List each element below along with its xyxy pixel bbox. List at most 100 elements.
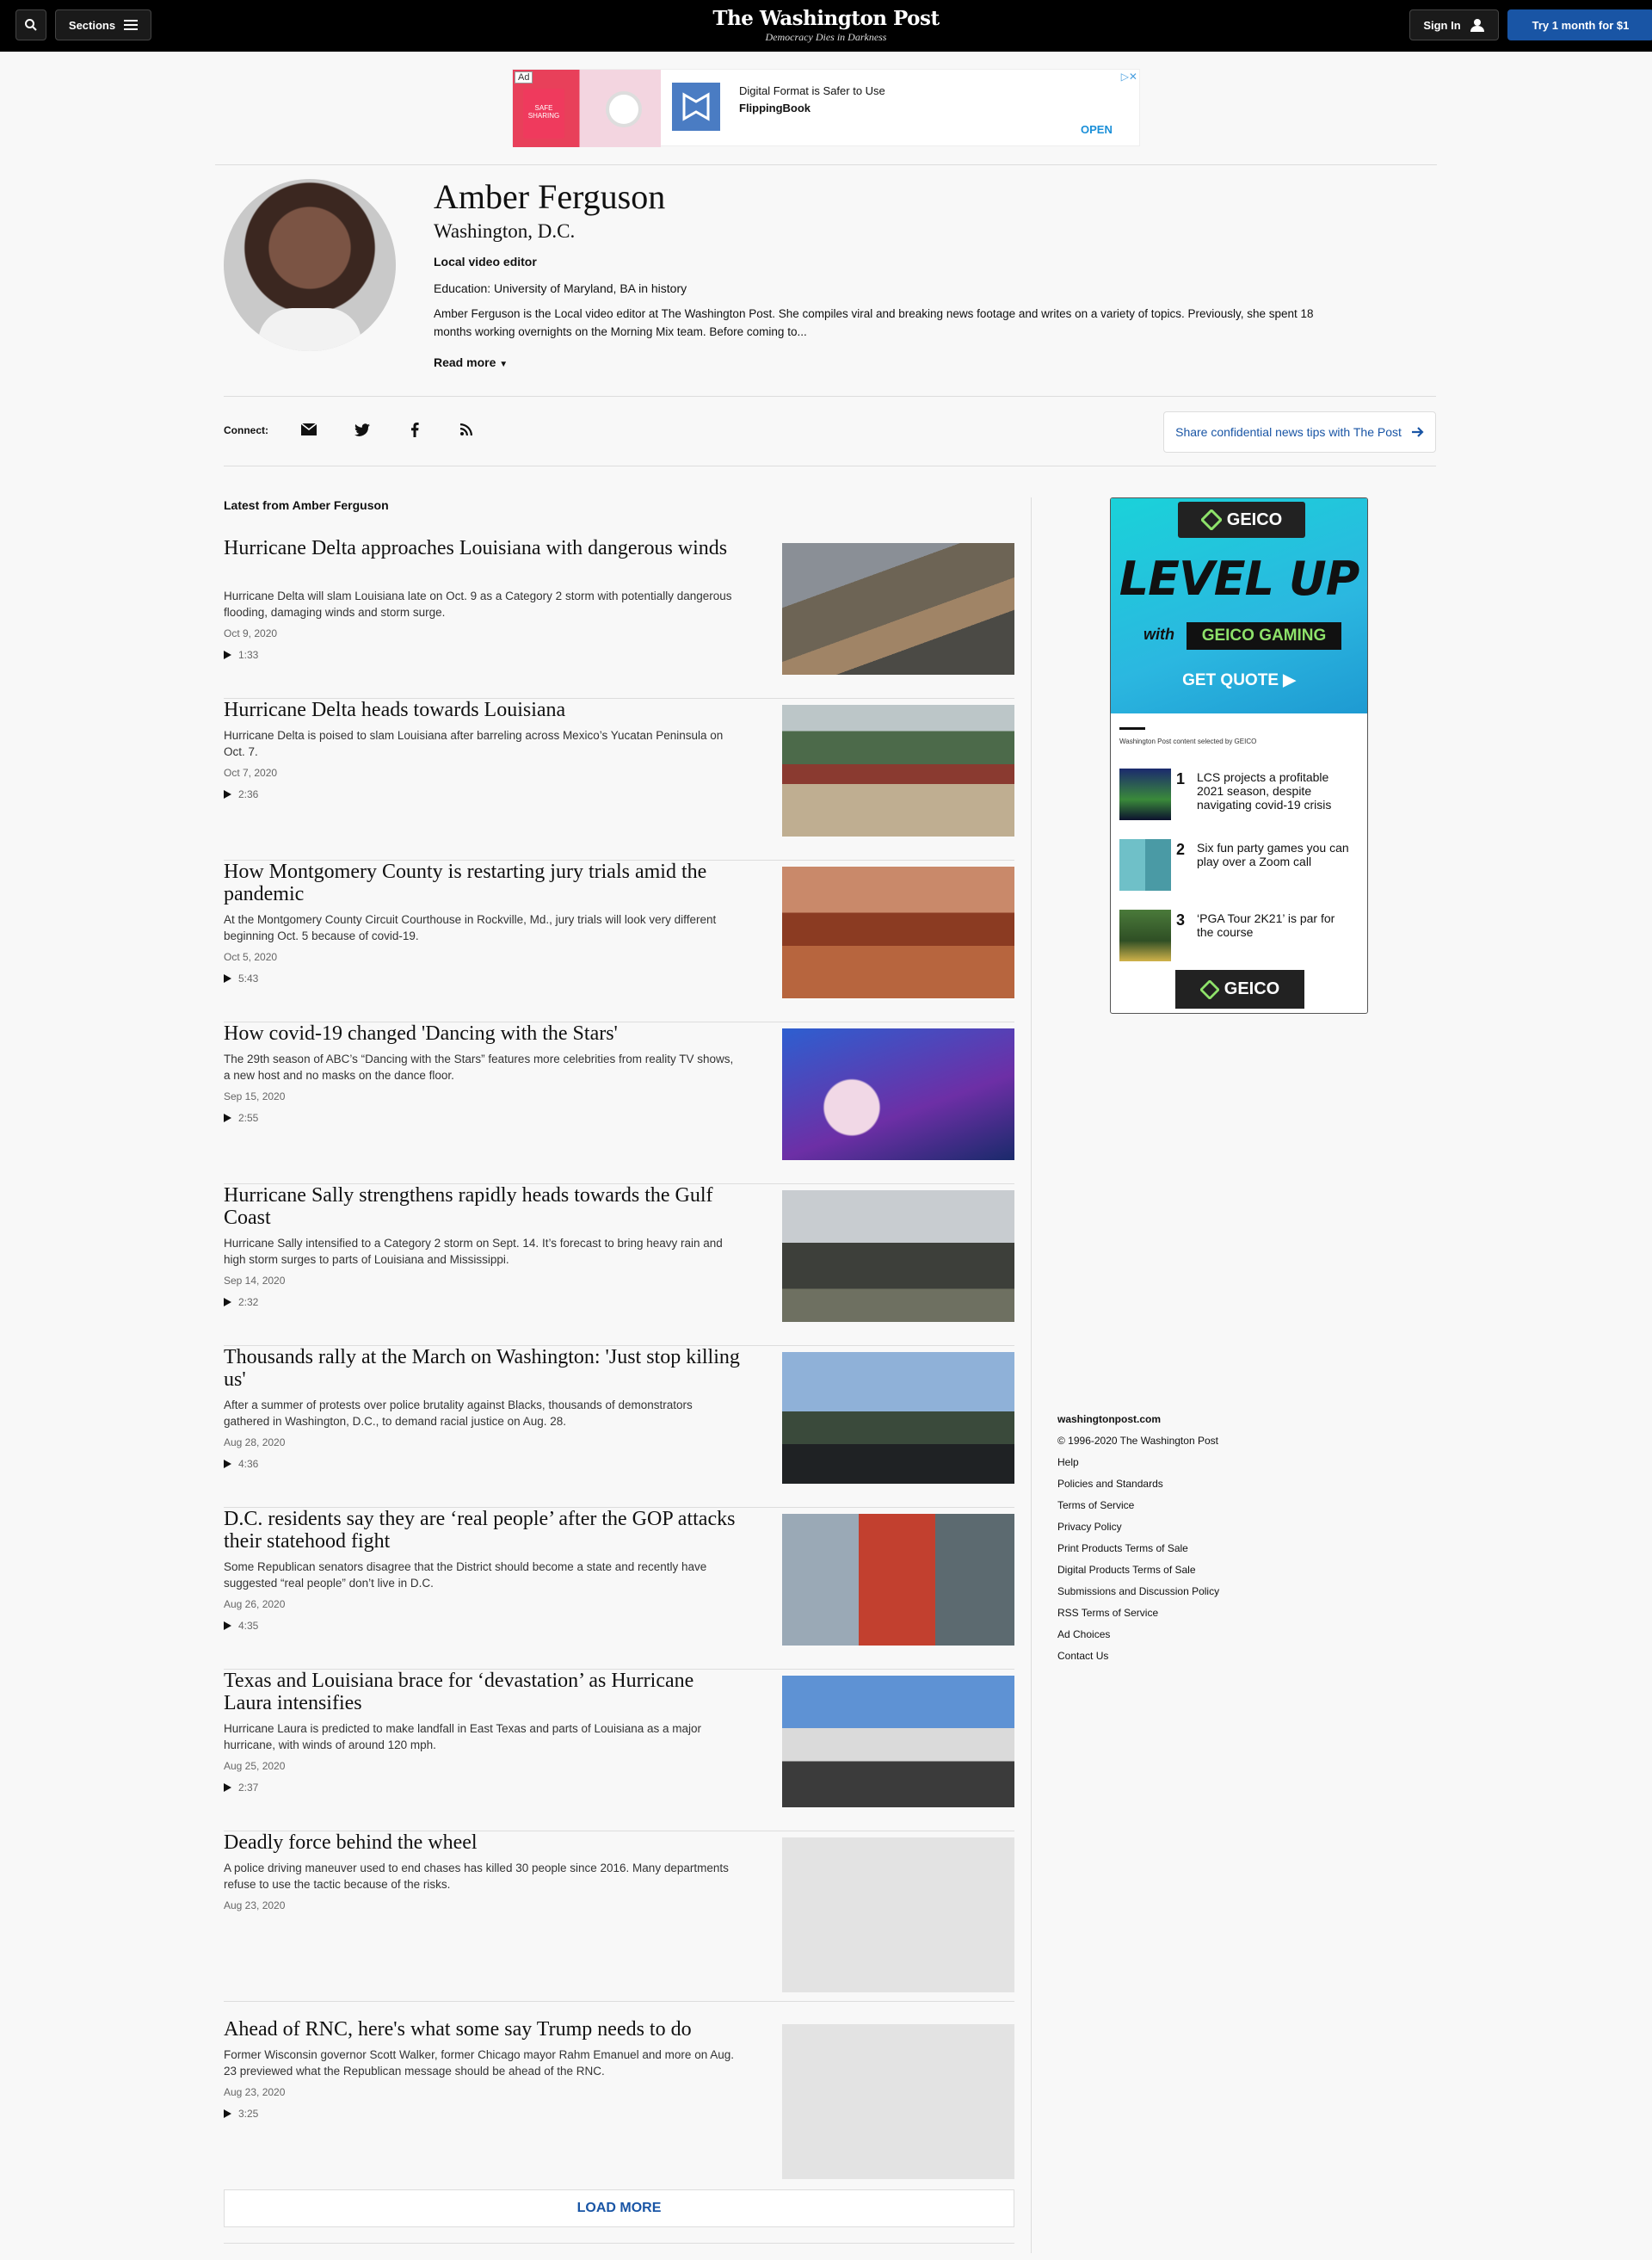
footer-link-print-terms[interactable]: Print Products Terms of Sale [1057,1542,1316,1564]
ad-list-item[interactable]: 1 LCS projects a profitable 2021 season,… [1119,769,1360,822]
footer-link-policies[interactable]: Policies and Standards [1057,1478,1316,1499]
top-banner-ad[interactable]: SAFE SHARING Ad Digital Format is Safer … [512,69,1140,147]
connect-label: Connect: [224,424,268,436]
article-title[interactable]: Ahead of RNC, here's what some say Trump… [224,2018,740,2041]
article-thumbnail[interactable] [782,1028,1014,1160]
ad-headline: LEVEL UP [1119,552,1360,606]
article-thumbnail[interactable] [782,543,1014,675]
footer-link-contact[interactable]: Contact Us [1057,1650,1316,1671]
article-date: Oct 9, 2020 [224,627,278,639]
article-title[interactable]: Hurricane Sally strengthens rapidly head… [224,1184,740,1229]
geico-diamond-icon [1200,509,1222,530]
facebook-icon[interactable] [405,420,424,439]
article-item[interactable]: Deadly force behind the wheel A police d… [224,1831,1014,2002]
video-duration[interactable]: 2:36 [224,788,258,800]
footer-link-help[interactable]: Help [1057,1456,1316,1478]
article-title[interactable]: Deadly force behind the wheel [224,1831,740,1854]
masthead-logo[interactable]: The Washington Post Democracy Dies in Da… [654,7,998,44]
video-duration[interactable]: 4:36 [224,1458,258,1470]
article-title[interactable]: Hurricane Delta approaches Louisiana wit… [224,537,740,559]
video-duration[interactable]: 3:25 [224,2108,258,2120]
footer-link-privacy[interactable]: Privacy Policy [1057,1521,1316,1542]
video-duration[interactable]: 5:43 [224,973,258,985]
article-thumbnail[interactable] [782,1352,1014,1484]
article-title[interactable]: How covid-19 changed 'Dancing with the S… [224,1022,740,1045]
article-title[interactable]: How Montgomery County is restarting jury… [224,861,740,905]
read-more-label: Read more [434,355,496,369]
article-item[interactable]: How Montgomery County is restarting jury… [224,861,1014,1022]
article-item[interactable]: Hurricane Delta approaches Louisiana wit… [224,537,1014,699]
article-title[interactable]: Hurricane Delta heads towards Louisiana [224,699,740,721]
twitter-icon[interactable] [353,420,372,439]
footer-link-rss[interactable]: RSS Terms of Service [1057,1607,1316,1628]
article-item[interactable]: Hurricane Sally strengthens rapidly head… [224,1184,1014,1346]
article-date: Oct 7, 2020 [224,767,278,779]
play-icon [224,790,231,799]
footer-link-submissions[interactable]: Submissions and Discussion Policy [1057,1585,1316,1607]
sections-button[interactable]: Sections [55,9,151,40]
geico-logo-bottom: GEICO [1175,970,1304,1009]
article-summary: At the Montgomery County Circuit Courtho… [224,913,717,942]
footer-domain[interactable]: washingtonpost.com [1057,1413,1316,1435]
ad-selected-by: Washington Post content selected by GEIC… [1119,738,1257,745]
article-item[interactable]: Thousands rally at the March on Washingt… [224,1346,1014,1508]
author-role: Local video editor [434,255,537,269]
duration-text: 4:35 [238,1620,259,1632]
article-thumbnail-placeholder[interactable] [782,1837,1014,1992]
email-icon[interactable] [299,420,318,439]
footer-link-ad-choices[interactable]: Ad Choices [1057,1628,1316,1650]
article-thumbnail-placeholder[interactable] [782,2024,1014,2179]
video-duration[interactable]: 1:33 [224,649,258,661]
ad-label: Ad [515,71,533,83]
subscribe-button[interactable]: Try 1 month for $1 [1507,9,1652,40]
article-item[interactable]: How covid-19 changed 'Dancing with the S… [224,1022,1014,1184]
article-thumbnail[interactable] [782,705,1014,837]
ad-close-icon[interactable]: ▷✕ [1121,71,1137,83]
sections-label: Sections [68,18,116,32]
video-duration[interactable]: 4:35 [224,1620,258,1632]
play-icon [224,1783,231,1792]
video-duration[interactable]: 2:32 [224,1296,258,1308]
article-thumbnail[interactable] [782,1514,1014,1646]
article-title[interactable]: Thousands rally at the March on Washingt… [224,1346,740,1391]
play-icon [224,1298,231,1306]
ad-headline: Digital Format is Safer to Use [739,84,885,97]
article-thumbnail[interactable] [782,867,1014,998]
divider [224,396,1436,397]
article-item[interactable]: Ahead of RNC, here's what some say Trump… [224,2018,1014,2180]
article-thumbnail[interactable] [782,1190,1014,1322]
article-thumbnail[interactable] [782,1676,1014,1807]
ad-list-item[interactable]: 3 ‘PGA Tour 2K21’ is par for the course [1119,910,1360,963]
footer-link-terms[interactable]: Terms of Service [1057,1499,1316,1521]
share-tips-label: Share confidential news tips with The Po… [1175,425,1402,439]
search-button[interactable] [15,9,46,40]
play-icon [224,2109,231,2118]
duration-text: 2:36 [238,788,259,800]
ad-item-text: ‘PGA Tour 2K21’ is par for the course [1197,911,1335,939]
load-more-button[interactable]: LOAD MORE [224,2189,1014,2227]
article-item[interactable]: Hurricane Delta heads towards Louisiana … [224,699,1014,861]
read-more-button[interactable]: Read more ▼ [434,355,508,369]
article-item[interactable]: D.C. residents say they are ‘real people… [224,1508,1014,1670]
author-location: Washington, D.C. [434,220,576,242]
sidebar-ad[interactable]: GEICO LEVEL UP with GEICO GAMING GET QUO… [1110,497,1368,1014]
top-navigation-bar: Sections The Washington Post Democracy D… [0,0,1652,52]
sign-in-button[interactable]: Sign In [1409,9,1499,40]
article-title[interactable]: D.C. residents say they are ‘real people… [224,1508,740,1553]
video-duration[interactable]: 2:55 [224,1112,258,1124]
ad-list-item[interactable]: 2 Six fun party games you can play over … [1119,839,1360,892]
get-quote-button[interactable]: GET QUOTE ▶ [1111,670,1367,690]
ad-geico-gaming: GEICO GAMING [1187,622,1341,650]
ad-open-button[interactable]: OPEN [1081,123,1113,136]
ad-brand: FlippingBook [739,102,811,114]
column-divider [1031,497,1032,2253]
footer-link-digital-terms[interactable]: Digital Products Terms of Sale [1057,1564,1316,1585]
sign-in-label: Sign In [1423,18,1461,32]
ad-with: with [1143,626,1174,643]
share-tips-button[interactable]: Share confidential news tips with The Po… [1163,411,1436,453]
article-item[interactable]: Texas and Louisiana brace for ‘devastati… [224,1670,1014,1831]
rss-icon[interactable] [457,420,476,439]
article-title[interactable]: Texas and Louisiana brace for ‘devastati… [224,1670,740,1714]
video-duration[interactable]: 2:37 [224,1781,258,1794]
ad-item-number: 2 [1176,841,1186,858]
